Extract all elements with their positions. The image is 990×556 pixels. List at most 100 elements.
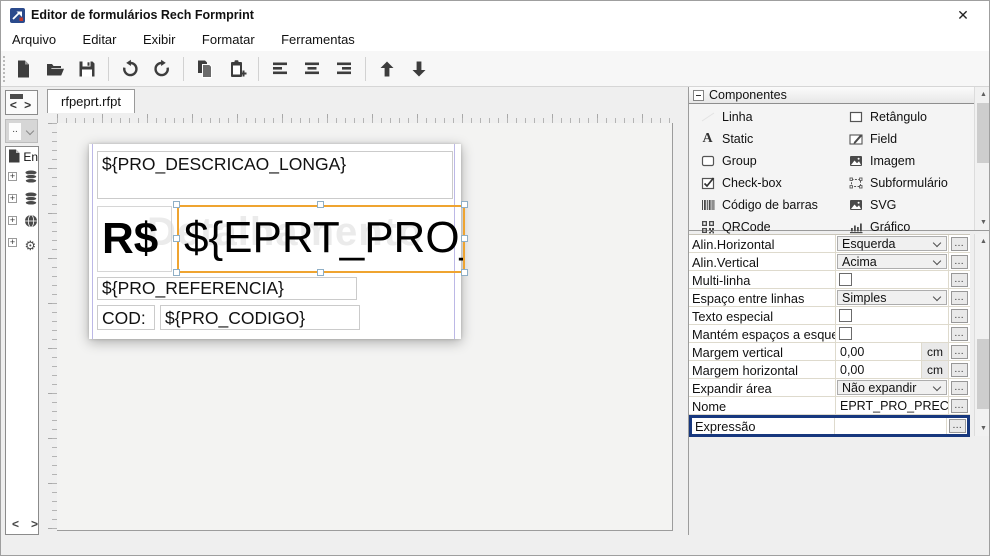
component-checkbox[interactable]: Check-box [699, 175, 847, 191]
component-grafico[interactable]: Gráfico [847, 219, 965, 235]
expand-icon[interactable]: + [8, 238, 17, 247]
more-button[interactable]: … [951, 273, 968, 287]
new-file-button[interactable] [9, 55, 37, 83]
align-center-button[interactable] [298, 55, 326, 83]
more-button[interactable]: … [951, 345, 968, 359]
expand-icon[interactable]: + [8, 194, 17, 203]
toolbar-grip[interactable] [3, 56, 7, 82]
resize-handle-nw[interactable] [173, 201, 180, 208]
more-button[interactable]: … [951, 399, 968, 413]
scrollbar-thumb[interactable] [977, 339, 990, 409]
more-button[interactable]: … [951, 309, 968, 323]
align-left-button[interactable] [266, 55, 294, 83]
tree-root-item[interactable]: Ent [8, 149, 39, 164]
toolbar-separator [183, 57, 184, 81]
static-cod-label[interactable]: COD: [97, 305, 155, 330]
open-button[interactable] [41, 55, 69, 83]
component-group[interactable]: Group [699, 153, 847, 169]
expressao-input[interactable] [835, 418, 946, 434]
scroll-down-icon[interactable]: ▼ [975, 421, 990, 436]
paste-button[interactable] [223, 55, 251, 83]
resize-handle-se[interactable] [461, 269, 468, 276]
resize-handle-sw[interactable] [173, 269, 180, 276]
unit-label: cm [921, 361, 948, 378]
resize-handle-n[interactable] [317, 201, 324, 208]
scroll-left-icon[interactable]: < [12, 517, 19, 531]
menu-editar[interactable]: Editar [72, 29, 128, 51]
more-button[interactable]: … [951, 363, 968, 377]
menu-arquivo[interactable]: Arquivo [1, 29, 67, 51]
move-down-button[interactable] [405, 55, 433, 83]
espaco-linhas-dropdown[interactable]: Simples [837, 290, 947, 305]
tree-node-globe[interactable]: + [8, 212, 38, 230]
component-linha[interactable]: Linha [699, 109, 847, 125]
multi-linha-checkbox[interactable] [839, 273, 852, 286]
save-button[interactable] [73, 55, 101, 83]
components-header[interactable]: Componentes [689, 87, 990, 104]
component-codigo-barras[interactable]: Código de barras [699, 197, 847, 213]
component-retangulo[interactable]: Retângulo [847, 109, 965, 125]
texto-especial-checkbox[interactable] [839, 309, 852, 322]
scroll-up-icon[interactable]: ▲ [975, 234, 990, 249]
scroll-right-icon[interactable]: > [31, 517, 38, 531]
component-static[interactable]: A Static [699, 131, 847, 147]
collapse-icon[interactable] [693, 90, 704, 101]
component-field[interactable]: Field [847, 131, 965, 147]
expand-icon[interactable]: + [8, 172, 17, 181]
tree-node-database[interactable]: + [8, 168, 38, 186]
resize-handle-s[interactable] [317, 269, 324, 276]
components-scrollbar[interactable]: ▲ ▼ [974, 87, 990, 230]
scroll-down-icon[interactable]: ▼ [975, 215, 990, 230]
move-up-button[interactable] [373, 55, 401, 83]
static-currency[interactable]: R$ [97, 206, 172, 272]
expand-icon[interactable]: + [8, 216, 17, 225]
resize-handle-w[interactable] [173, 235, 180, 242]
expandir-area-dropdown[interactable]: Não expandir [837, 380, 947, 395]
redo-button[interactable] [148, 55, 176, 83]
properties-scrollbar[interactable]: ▲ ▼ [974, 234, 990, 436]
tree-node-database[interactable]: + [8, 190, 38, 208]
field-codigo[interactable]: ${PRO_CODIGO} [160, 305, 360, 330]
design-canvas[interactable]: Detalhamento ${PRO_DESCRICAO_LONGA} R$ $… [57, 123, 673, 531]
resize-handle-ne[interactable] [461, 201, 468, 208]
form-page[interactable]: Detalhamento ${PRO_DESCRICAO_LONGA} R$ $… [89, 144, 461, 339]
close-icon[interactable]: ✕ [949, 5, 977, 25]
copy-button[interactable] [191, 55, 219, 83]
alin-vertical-dropdown[interactable]: Acima [837, 254, 947, 269]
more-button[interactable]: … [949, 419, 966, 433]
unit-label: cm [921, 343, 948, 360]
tab-rfpeprt[interactable]: rfpeprt.rfpt [47, 89, 135, 113]
menu-ferramentas[interactable]: Ferramentas [270, 29, 366, 51]
component-qrcode[interactable]: QRCode [699, 219, 847, 235]
line-icon [699, 109, 716, 125]
scroll-up-icon[interactable]: ▲ [975, 87, 990, 102]
menu-exibir[interactable]: Exibir [132, 29, 187, 51]
field-referencia[interactable]: ${PRO_REFERENCIA} [97, 277, 357, 300]
more-button[interactable]: … [951, 255, 968, 269]
component-svg[interactable]: SVG [847, 197, 965, 213]
more-button[interactable]: … [951, 291, 968, 305]
field-descricao-longa[interactable]: ${PRO_DESCRICAO_LONGA} [97, 151, 453, 199]
scrollbar-thumb[interactable] [977, 103, 990, 163]
sidebar-dropdown[interactable]: .. [5, 119, 38, 143]
field-preco-selected[interactable]: ${EPRT_PRO_PRECO} [177, 205, 465, 273]
code-view-button[interactable]: < > [5, 90, 38, 115]
nome-input[interactable]: EPRT_PRO_PRECO... [836, 397, 948, 414]
menu-formatar[interactable]: Formatar [191, 29, 266, 51]
tree-node-settings[interactable]: + ⚙ [8, 234, 36, 254]
align-right-button[interactable] [330, 55, 358, 83]
property-row-expressao-selected[interactable]: Expressão … [689, 415, 970, 437]
more-button[interactable]: … [951, 237, 968, 251]
resize-handle-e[interactable] [461, 235, 468, 242]
margem-horizontal-input[interactable]: 0,00 [836, 361, 921, 378]
alin-horizontal-dropdown[interactable]: Esquerda [837, 236, 947, 251]
component-subformulario[interactable]: Subformulário [847, 175, 965, 191]
mantem-espacos-checkbox[interactable] [839, 327, 852, 340]
more-button[interactable]: … [951, 381, 968, 395]
undo-button[interactable] [116, 55, 144, 83]
chevron-down-icon [933, 293, 941, 301]
margem-vertical-input[interactable]: 0,00 [836, 343, 921, 360]
more-button[interactable]: … [951, 327, 968, 341]
toolbar-separator [258, 57, 259, 81]
component-imagem[interactable]: Imagem [847, 153, 965, 169]
